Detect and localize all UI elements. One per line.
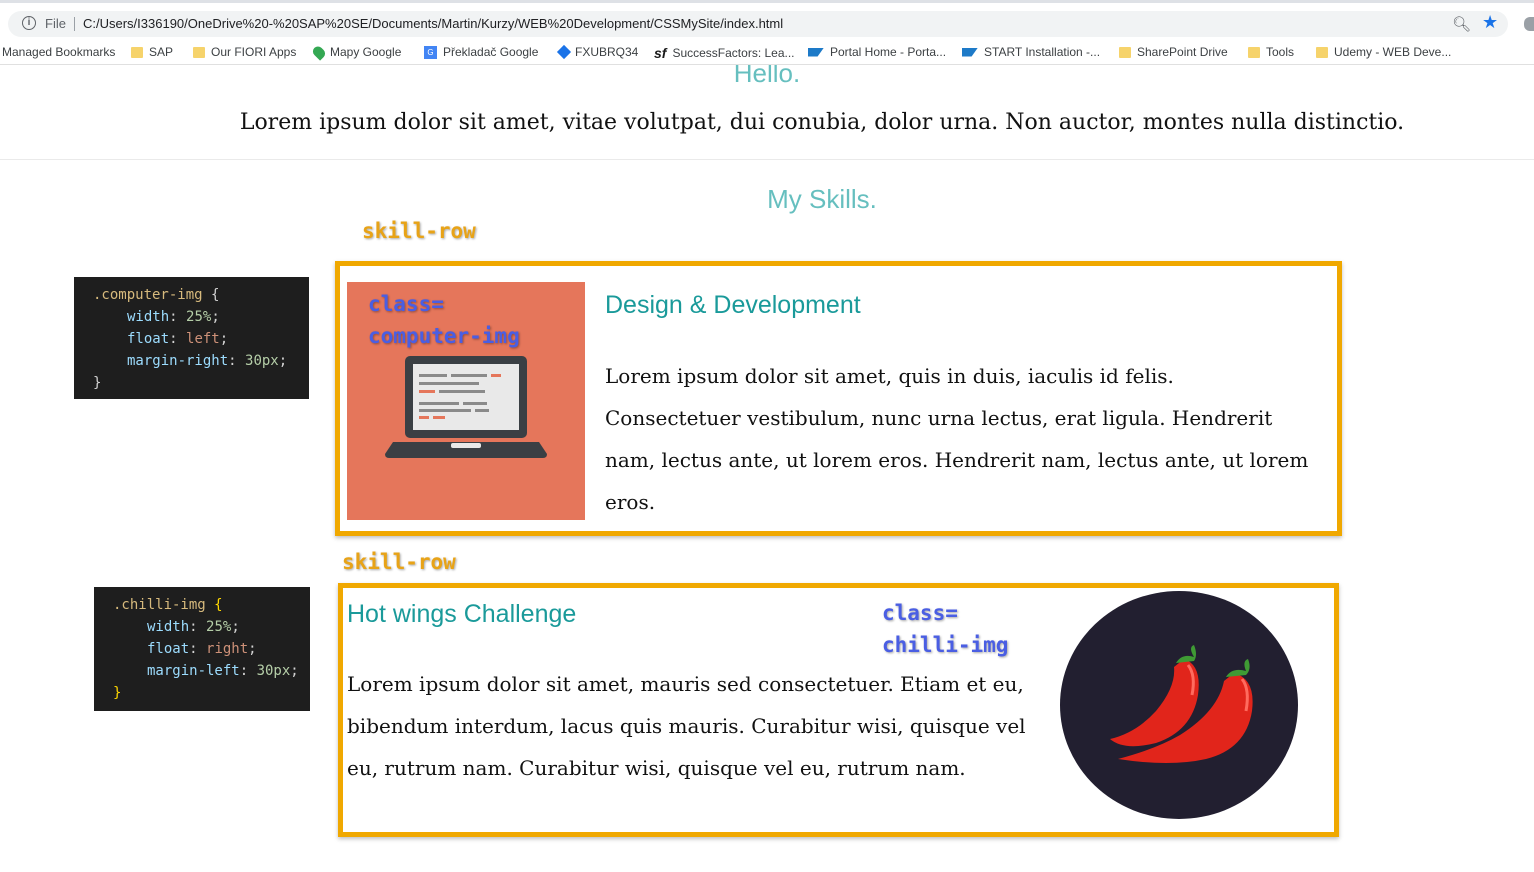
bookmark-label: SAP bbox=[149, 45, 174, 59]
chilli-icon bbox=[1110, 645, 1253, 763]
skill-text: Lorem ipsum dolor sit amet, mauris sed c… bbox=[347, 672, 1026, 780]
skill-title: Hot wings Challenge bbox=[347, 600, 577, 628]
chilli-img bbox=[1060, 591, 1298, 819]
bookmark-star-icon[interactable]: ★ bbox=[1482, 12, 1498, 33]
bookmark-maps[interactable]: Mapy Google bbox=[310, 43, 402, 61]
diamond-icon bbox=[556, 44, 572, 60]
bookmark-sharepoint[interactable]: SharePoint Drive bbox=[1119, 45, 1228, 59]
skills-heading: My Skills. bbox=[767, 184, 877, 214]
bookmark-label: Portal Home - Porta... bbox=[830, 45, 947, 59]
bookmark-tools[interactable]: Tools bbox=[1248, 45, 1294, 59]
sap-icon bbox=[808, 47, 824, 57]
folder-icon bbox=[193, 46, 205, 58]
class-annotation-line: class= bbox=[882, 601, 958, 625]
css-property: width bbox=[127, 309, 170, 325]
bookmark-udemy[interactable]: Udemy - WEB Deve... bbox=[1316, 45, 1451, 59]
bookmark-portal-home[interactable]: Portal Home - Porta... bbox=[808, 45, 946, 59]
brace: { bbox=[205, 597, 223, 613]
folder-icon bbox=[1119, 46, 1131, 58]
bookmark-managed[interactable]: Managed Bookmarks bbox=[2, 45, 115, 59]
css-value: 30px bbox=[245, 353, 279, 369]
css-value: 25% bbox=[206, 619, 232, 635]
bookmark-fiori[interactable]: Our FIORI Apps bbox=[193, 45, 296, 59]
bookmark-label: Překladač Google bbox=[443, 45, 539, 59]
css-selector: .chilli-img bbox=[113, 597, 206, 613]
skill-text: Lorem ipsum dolor sit amet, quis in duis… bbox=[605, 364, 1309, 514]
css-value: left bbox=[186, 331, 220, 347]
css-selector: .computer-img bbox=[93, 287, 203, 303]
info-icon[interactable]: i bbox=[22, 16, 36, 30]
profile-icon[interactable] bbox=[1524, 17, 1534, 31]
folder-icon bbox=[1316, 46, 1328, 58]
sf-icon: sf bbox=[654, 45, 667, 61]
class-annotation: class= chilli-img bbox=[882, 597, 1008, 661]
brace: } bbox=[113, 685, 122, 701]
bookmark-label: FXUBRQ34 bbox=[575, 45, 639, 59]
bookmark-sap[interactable]: SAP bbox=[131, 45, 173, 59]
url-text[interactable]: C:/Users/I336190/OneDrive%20-%20SAP%20SE… bbox=[83, 16, 783, 31]
bookmark-label: START Installation -... bbox=[984, 45, 1101, 59]
folder-icon bbox=[131, 46, 143, 58]
bookmark-label: Managed Bookmarks bbox=[2, 45, 116, 59]
skill-row-annotation: skill-row bbox=[342, 550, 456, 574]
bookmark-translate[interactable]: G Překladač Google bbox=[424, 45, 538, 59]
code-snippet-chilli-img: .chilli-img { width: 25%; float: right; … bbox=[94, 587, 310, 711]
bookmark-start-installation[interactable]: START Installation -... bbox=[962, 45, 1100, 59]
bookmark-successfactors[interactable]: sf SuccessFactors: Lea... bbox=[654, 45, 795, 61]
bookmark-label: SharePoint Drive bbox=[1137, 45, 1228, 59]
css-property: margin-right bbox=[127, 353, 229, 369]
translate-icon: G bbox=[424, 45, 437, 59]
css-value: right bbox=[206, 641, 249, 657]
skill-row-annotation: skill-row bbox=[362, 219, 476, 243]
css-value: 25% bbox=[186, 309, 212, 325]
bookmark-label: SuccessFactors: Lea... bbox=[672, 46, 795, 60]
skill-title: Design & Development bbox=[605, 291, 861, 319]
css-value: 30px bbox=[256, 663, 291, 679]
bookmarks-bar: Managed Bookmarks SAP Our FIORI Apps Map… bbox=[0, 42, 1534, 65]
class-annotation-line: class= bbox=[368, 292, 444, 316]
divider bbox=[0, 159, 1534, 160]
bookmark-label: Udemy - WEB Deve... bbox=[1334, 45, 1452, 59]
bookmark-label: Tools bbox=[1266, 45, 1295, 59]
css-property: margin-left bbox=[147, 663, 240, 679]
file-label: File bbox=[45, 16, 66, 31]
intro-text: Lorem ipsum dolor sit amet, vitae volutp… bbox=[239, 110, 1405, 135]
omnibox[interactable]: i File C:/Users/I336190/OneDrive%20-%20S… bbox=[8, 11, 1508, 37]
map-pin-icon bbox=[310, 43, 328, 61]
zoom-icon[interactable]: 🔍︎ bbox=[1452, 15, 1471, 33]
bookmark-fxubrq34[interactable]: FXUBRQ34 bbox=[556, 44, 639, 60]
brace: { bbox=[202, 287, 220, 303]
class-annotation: class= computer-img bbox=[368, 288, 520, 352]
css-property: float bbox=[147, 641, 190, 657]
sap-icon bbox=[962, 47, 978, 57]
address-bar: i File C:/Users/I336190/OneDrive%20-%20S… bbox=[0, 0, 1534, 42]
css-property: float bbox=[127, 331, 170, 347]
code-snippet-computer-img: .computer-img { width: 25%; float: left;… bbox=[74, 277, 309, 399]
bookmark-label: Our FIORI Apps bbox=[211, 45, 297, 59]
divider bbox=[74, 17, 75, 31]
class-annotation-line: computer-img bbox=[368, 324, 520, 348]
brace: } bbox=[93, 375, 102, 391]
folder-icon bbox=[1248, 46, 1260, 58]
class-annotation-line: chilli-img bbox=[882, 633, 1009, 657]
bookmark-label: Mapy Google bbox=[330, 45, 402, 59]
css-property: width bbox=[147, 619, 190, 635]
